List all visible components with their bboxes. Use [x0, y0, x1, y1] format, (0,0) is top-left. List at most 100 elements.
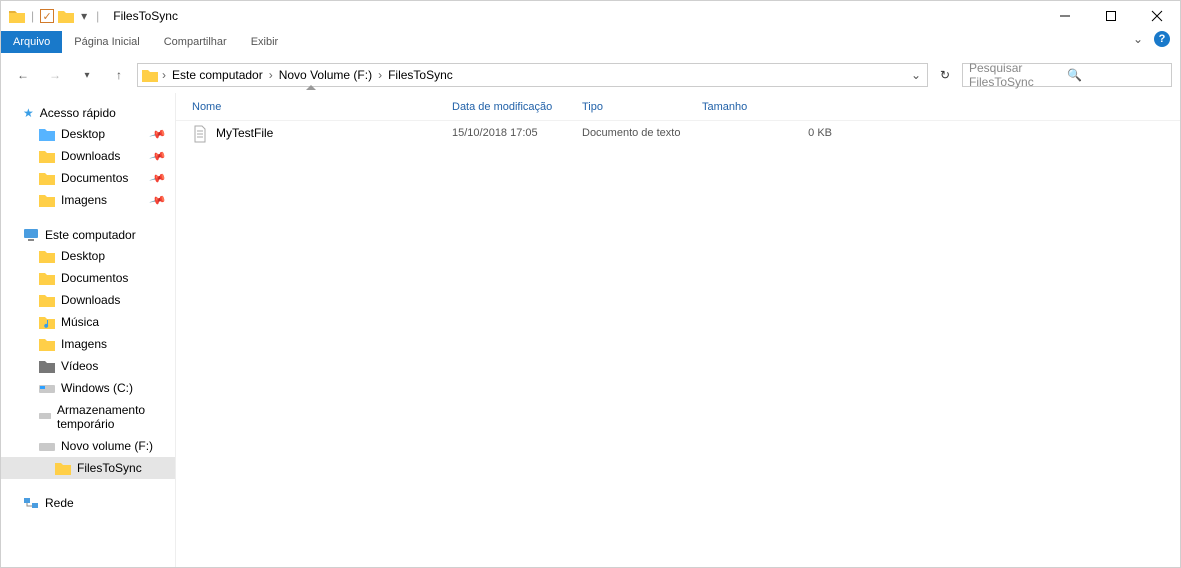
drive-icon: [39, 439, 55, 453]
sidebar-label: Este computador: [45, 228, 136, 242]
network-icon: [23, 496, 39, 510]
pin-icon: 📌: [149, 125, 167, 143]
col-date[interactable]: Data de modificação: [452, 101, 582, 113]
sidebar-item-music[interactable]: Música: [1, 311, 175, 333]
pin-icon: 📌: [149, 169, 167, 187]
sidebar-item-label: Windows (C:): [61, 381, 133, 395]
tab-home[interactable]: Página Inicial: [62, 31, 151, 53]
breadcrumb-folder[interactable]: FilesToSync: [386, 68, 455, 82]
file-list-area: Nome Data de modificação Tipo Tamanho My…: [176, 93, 1180, 567]
sidebar-item-new-volume[interactable]: Novo volume (F:): [1, 435, 175, 457]
sidebar-item-label: Downloads: [61, 293, 120, 307]
address-dropdown-icon[interactable]: ⌄: [905, 68, 927, 82]
sidebar-item-label: Armazenamento temporário: [57, 403, 169, 431]
breadcrumb-drive[interactable]: Novo Volume (F:): [277, 68, 374, 82]
pin-icon: 📌: [149, 191, 167, 209]
sidebar-item-documents[interactable]: Documentos 📌: [1, 167, 175, 189]
folder-icon: [39, 293, 55, 307]
video-icon: [39, 359, 55, 373]
breadcrumb-root[interactable]: Este computador: [170, 68, 265, 82]
sidebar-item-label: Desktop: [61, 249, 105, 263]
sidebar-item-label: Vídeos: [61, 359, 98, 373]
title-bar: | ✓ ▾ | FilesToSync: [1, 1, 1180, 31]
drive-icon: [39, 381, 55, 395]
sidebar-item-documents-pc[interactable]: Documentos: [1, 267, 175, 289]
sidebar-item-label: Imagens: [61, 337, 107, 351]
search-placeholder: Pesquisar FilesToSync: [969, 61, 1067, 89]
drive-icon: [39, 410, 51, 424]
sidebar-quick-access[interactable]: ★ Acesso rápido: [1, 103, 175, 123]
separator: |: [96, 9, 99, 23]
folder-icon: [39, 171, 55, 185]
recent-dropdown[interactable]: ▾: [73, 61, 101, 89]
address-folder-icon: [142, 68, 158, 82]
minimize-button[interactable]: [1042, 1, 1088, 31]
sidebar-item-label: Música: [61, 315, 99, 329]
sidebar-item-label: Documentos: [61, 171, 128, 185]
pc-icon: [23, 228, 39, 242]
col-name[interactable]: Nome: [192, 101, 452, 113]
search-input[interactable]: Pesquisar FilesToSync 🔍: [962, 63, 1172, 87]
sidebar-this-pc[interactable]: Este computador: [1, 225, 175, 245]
folder-icon: [39, 127, 55, 141]
app-folder-icon: [9, 9, 25, 23]
nav-row: ← → ▾ ↑ › Este computador › Novo Volume …: [1, 57, 1180, 93]
breadcrumb-sep[interactable]: ›: [378, 68, 382, 82]
breadcrumb-sep[interactable]: ›: [269, 68, 273, 82]
folder-icon: [39, 193, 55, 207]
sidebar-item-videos[interactable]: Vídeos: [1, 355, 175, 377]
tab-file[interactable]: Arquivo: [1, 31, 62, 53]
col-size[interactable]: Tamanho: [702, 101, 782, 113]
tab-share[interactable]: Compartilhar: [152, 31, 239, 53]
sidebar-item-images[interactable]: Imagens 📌: [1, 189, 175, 211]
forward-button[interactable]: →: [41, 61, 69, 89]
sidebar-item-filestosync[interactable]: FilesToSync: [1, 457, 175, 479]
window-title: FilesToSync: [113, 9, 178, 23]
qat-dropdown-icon[interactable]: ▾: [78, 9, 90, 23]
sidebar-item-desktop[interactable]: Desktop 📌: [1, 123, 175, 145]
file-row[interactable]: MyTestFile 15/10/2018 17:05 Documento de…: [176, 121, 1180, 145]
sidebar: ★ Acesso rápido Desktop 📌 Downloads 📌 Do…: [1, 93, 176, 567]
file-date: 15/10/2018 17:05: [452, 127, 582, 139]
music-icon: [39, 315, 55, 329]
file-type: Documento de texto: [582, 127, 702, 139]
file-size: 0 KB: [782, 127, 832, 139]
qat-properties-icon[interactable]: ✓: [40, 9, 54, 23]
separator: |: [31, 9, 34, 23]
help-icon[interactable]: ?: [1154, 31, 1170, 47]
ribbon-expand-icon[interactable]: ⌄: [1132, 32, 1144, 46]
sidebar-item-temp-storage[interactable]: Armazenamento temporário: [1, 399, 175, 435]
sidebar-network[interactable]: Rede: [1, 493, 175, 513]
folder-icon: [39, 149, 55, 163]
up-button[interactable]: ↑: [105, 61, 133, 89]
folder-icon: [39, 271, 55, 285]
sidebar-item-downloads-pc[interactable]: Downloads: [1, 289, 175, 311]
folder-icon: [39, 337, 55, 351]
file-name: MyTestFile: [216, 126, 273, 140]
sidebar-item-downloads[interactable]: Downloads 📌: [1, 145, 175, 167]
sidebar-item-windows-c[interactable]: Windows (C:): [1, 377, 175, 399]
sidebar-item-label: FilesToSync: [77, 461, 142, 475]
sidebar-item-label: Desktop: [61, 127, 105, 141]
sidebar-label: Rede: [45, 496, 74, 510]
sidebar-item-label: Novo volume (F:): [61, 439, 153, 453]
col-type[interactable]: Tipo: [582, 101, 702, 113]
tab-view[interactable]: Exibir: [239, 31, 291, 53]
sidebar-label: Acesso rápido: [40, 106, 116, 120]
search-icon: 🔍: [1067, 68, 1165, 82]
maximize-button[interactable]: [1088, 1, 1134, 31]
sidebar-item-images-pc[interactable]: Imagens: [1, 333, 175, 355]
sidebar-item-label: Downloads: [61, 149, 120, 163]
close-button[interactable]: [1134, 1, 1180, 31]
sidebar-item-desktop-pc[interactable]: Desktop: [1, 245, 175, 267]
textfile-icon: [192, 126, 208, 140]
back-button[interactable]: ←: [9, 61, 37, 89]
breadcrumb-sep[interactable]: ›: [162, 68, 166, 82]
sidebar-item-label: Documentos: [61, 271, 128, 285]
folder-icon: [39, 249, 55, 263]
refresh-button[interactable]: ↻: [932, 63, 958, 87]
address-bar[interactable]: › Este computador › Novo Volume (F:) › F…: [137, 63, 928, 87]
qat-newfolder-icon[interactable]: [58, 9, 74, 23]
pin-icon: 📌: [149, 147, 167, 165]
star-icon: ★: [23, 106, 34, 120]
